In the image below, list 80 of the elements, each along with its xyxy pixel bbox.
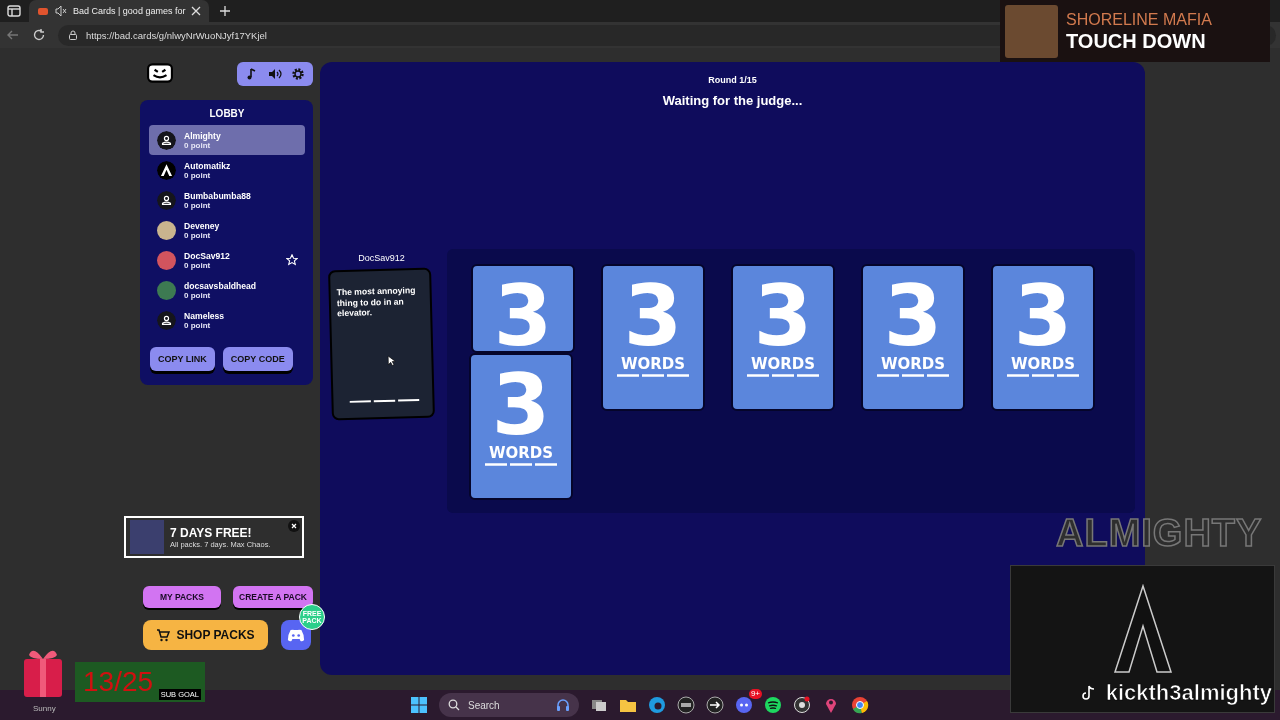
recorder-icon[interactable]: [793, 696, 811, 714]
user-avatar-icon: [157, 310, 176, 330]
prompt-text: The most annoying thing to do in an elevator.: [336, 284, 417, 319]
user-avatar-icon: [157, 190, 176, 210]
dash-lines-drawing: [747, 374, 819, 377]
judge-name: DocSav912: [358, 253, 405, 263]
site-favicon-icon: [37, 5, 49, 17]
viewer-name: Sunny: [33, 704, 56, 713]
browser-tab[interactable]: Bad Cards | good games for: [29, 0, 209, 22]
player-row[interactable]: docsavsbaldhead 0 point: [149, 275, 305, 305]
player-row[interactable]: Almighty 0 point: [149, 125, 305, 155]
speaker-icon[interactable]: [268, 67, 282, 81]
streamer-brand-text: ALMIGHTY: [1056, 512, 1263, 555]
player-points: 0 point: [184, 230, 211, 240]
lobby-title: LOBBY: [208, 108, 246, 119]
settings-icon[interactable]: [290, 67, 305, 81]
close-icon[interactable]: [288, 520, 300, 532]
round-counter: Round 1/15: [708, 75, 757, 85]
player-row[interactable]: Nameless 0 point: [149, 305, 305, 335]
pack-button[interactable]: MY PACKS: [143, 586, 221, 608]
answer-card[interactable]: 3: [471, 264, 575, 353]
player-row[interactable]: DocSav912 0 point: [149, 245, 305, 275]
smiley-logo-icon[interactable]: [147, 63, 173, 85]
player-points: 0 point: [184, 200, 212, 210]
notification-badge: 9+: [748, 689, 762, 699]
muted-speaker-icon[interactable]: [55, 5, 67, 17]
copy-button[interactable]: COPY CODE: [222, 347, 293, 371]
player-name: DocSav912: [184, 250, 231, 261]
album-art-placeholder: [1005, 4, 1058, 58]
dash-lines-drawing: [617, 374, 689, 377]
browser-icon[interactable]: [851, 696, 869, 714]
headset-icon: [555, 697, 571, 713]
dash-lines-drawing: [877, 374, 949, 377]
tab-actions-icon[interactable]: [7, 4, 21, 18]
dash-lines-drawing: [485, 463, 557, 466]
player-name: Deveney: [184, 220, 221, 231]
letter-a-logo-icon: [1112, 584, 1173, 674]
cart-icon: [156, 628, 171, 642]
music-note-icon: [1079, 685, 1096, 701]
player-points: 0 point: [184, 170, 212, 180]
letter-a-avatar-icon: [157, 160, 176, 180]
player-points: 0 point: [184, 290, 212, 300]
browser-icon[interactable]: [648, 696, 666, 714]
start-icon[interactable]: [410, 696, 428, 714]
copy-button[interactable]: COPY LINK: [150, 347, 215, 371]
reload-icon[interactable]: [32, 28, 46, 42]
game-controller-icon: [287, 628, 305, 642]
arrow-app-icon[interactable]: [706, 696, 724, 714]
player-name: Automatikz: [184, 160, 232, 171]
mouse-cursor-icon: [387, 354, 396, 367]
player-points: 0 point: [184, 260, 212, 270]
card-number: 3: [493, 270, 553, 351]
search-field[interactable]: Search: [439, 693, 579, 717]
lock-icon: [68, 30, 78, 40]
user-avatar-icon: [157, 130, 176, 150]
player-points: 0 point: [184, 320, 212, 330]
pack-cover-placeholder: [130, 520, 164, 554]
shop-packs-button[interactable]: SHOP PACKS: [143, 620, 268, 650]
back-arrow-icon[interactable]: [6, 28, 20, 42]
pack-button[interactable]: CREATE A PACK: [233, 586, 313, 608]
close-icon[interactable]: [191, 6, 202, 16]
blank-lines-drawing: [349, 398, 420, 404]
player-name: Almighty: [184, 130, 222, 141]
player-row[interactable]: Automatikz 0 point: [149, 155, 305, 185]
chat-app-icon[interactable]: [735, 696, 753, 714]
player-row[interactable]: Bumbabumba88 0 point: [149, 185, 305, 215]
player-name: Nameless: [184, 310, 226, 321]
sub-goal-count: 13/25: [83, 666, 154, 698]
player-row[interactable]: Deveney 0 point: [149, 215, 305, 245]
player-points: 0 point: [184, 140, 211, 150]
dash-lines-drawing: [1007, 374, 1079, 377]
search-icon: [448, 699, 460, 711]
player-name: docsavsbaldhead: [184, 280, 258, 291]
streamer-handle: kickth3almighty: [1105, 680, 1272, 706]
new-tab-icon[interactable]: [219, 5, 231, 17]
status-message: Waiting for the judge...: [662, 93, 803, 108]
player-name: Bumbabumba88: [184, 190, 252, 201]
music-app-icon[interactable]: [764, 696, 782, 714]
promo-headline: 7 DAYS FREE!: [170, 525, 253, 540]
tab-title: Bad Cards | good games for: [73, 6, 186, 16]
